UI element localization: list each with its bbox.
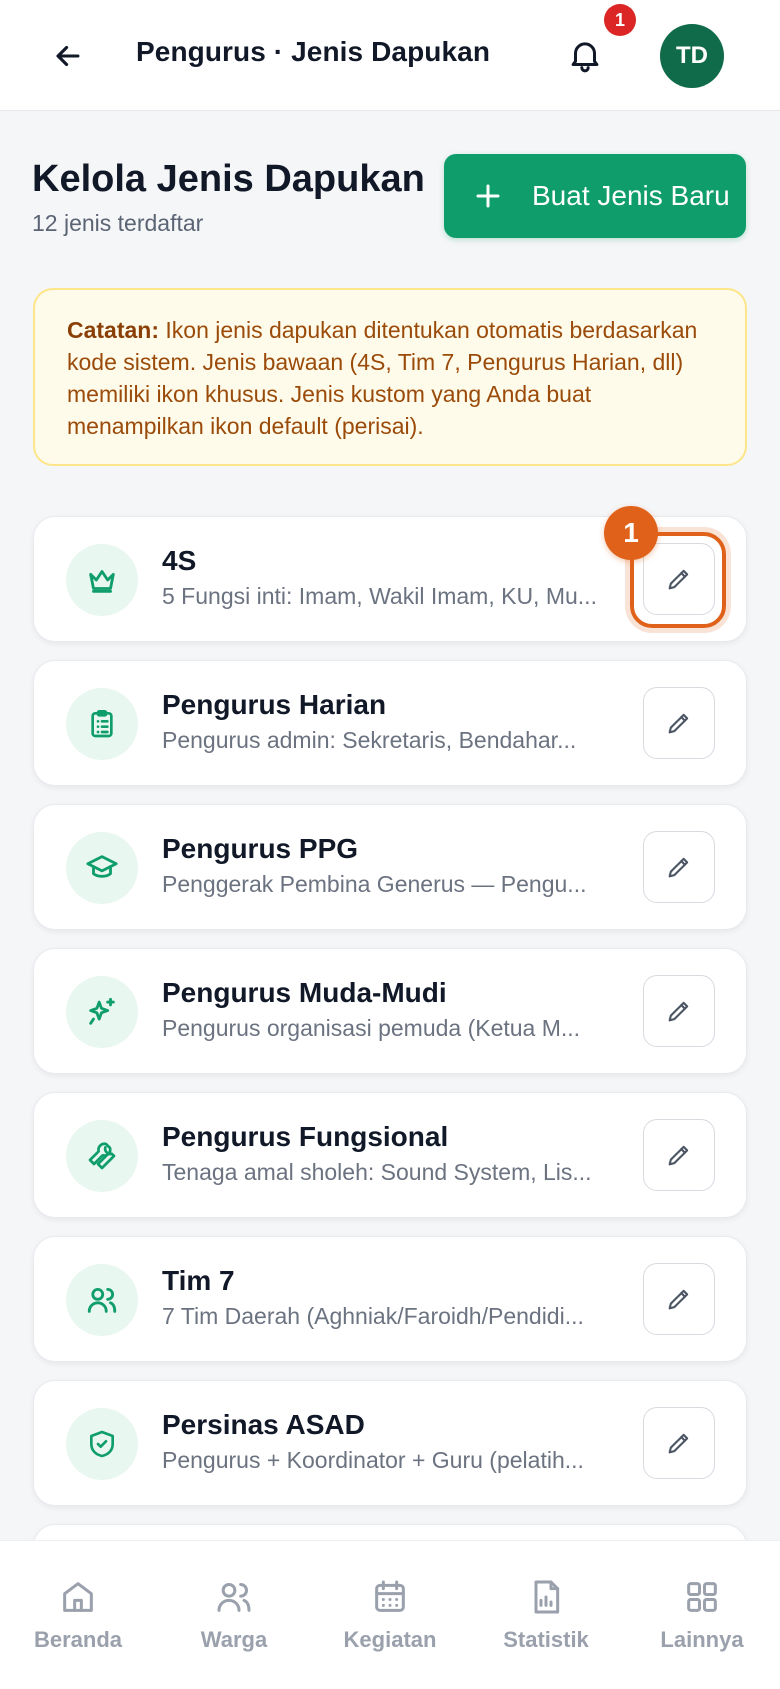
avatar[interactable]: TD xyxy=(660,24,724,88)
type-description: 7 Tim Daerah (Aghniak/Faroidh/Pendidi... xyxy=(162,1303,584,1329)
nav-warga[interactable]: Warga xyxy=(169,1573,299,1657)
arrow-left-icon xyxy=(51,39,85,73)
nav-label: Statistik xyxy=(503,1627,589,1652)
edit-button[interactable] xyxy=(643,1263,715,1335)
pencil-icon xyxy=(665,1141,693,1169)
edit-button[interactable] xyxy=(643,687,715,759)
edit-button[interactable] xyxy=(643,975,715,1047)
grid-icon xyxy=(678,1573,726,1621)
type-description: Penggerak Pembina Generus — Pengu... xyxy=(162,871,587,897)
type-card-pengurus-muda-mudi[interactable]: Pengurus Muda-Mudi Pengurus organisasi p… xyxy=(33,948,747,1074)
plus-icon xyxy=(470,178,506,214)
type-name: Pengurus PPG xyxy=(162,833,359,864)
type-name: Pengurus Harian xyxy=(162,689,387,720)
pencil-icon xyxy=(665,997,693,1025)
graduation-cap-icon xyxy=(66,832,138,904)
type-card-pengurus-harian[interactable]: Pengurus Harian Pengurus admin: Sekretar… xyxy=(33,660,747,786)
type-description: Pengurus + Koordinator + Guru (pelatih..… xyxy=(162,1447,584,1473)
nav-kegiatan[interactable]: Kegiatan xyxy=(325,1573,455,1657)
type-count: 12 jenis terdaftar xyxy=(32,210,204,236)
shield-icon xyxy=(66,1408,138,1480)
pencil-icon xyxy=(665,1429,693,1457)
edit-button[interactable] xyxy=(643,831,715,903)
tutorial-step-badge: 1 xyxy=(604,506,658,560)
note-label: Catatan: xyxy=(67,317,160,343)
type-description: Tenaga amal sholeh: Sound System, Lis... xyxy=(162,1159,592,1185)
report-chart-icon xyxy=(522,1573,570,1621)
nav-statistik[interactable]: Statistik xyxy=(481,1573,611,1657)
users-icon xyxy=(210,1573,258,1621)
type-card-pengurus-ppg[interactable]: Pengurus PPG Penggerak Pembina Generus —… xyxy=(33,804,747,930)
bell-icon xyxy=(566,36,604,74)
info-note: Catatan: Ikon jenis dapukan ditentukan o… xyxy=(33,288,747,466)
type-card-tim-7[interactable]: Tim 7 7 Tim Daerah (Aghniak/Faroidh/Pend… xyxy=(33,1236,747,1362)
page-title: Kelola Jenis Dapukan xyxy=(32,158,425,200)
users-icon xyxy=(66,1264,138,1336)
pencil-icon xyxy=(665,853,693,881)
clipboard-icon xyxy=(66,688,138,760)
type-name: Pengurus Fungsional xyxy=(162,1121,449,1152)
home-icon xyxy=(54,1573,102,1621)
type-name: Tim 7 xyxy=(162,1265,235,1296)
header-title: Pengurus · Jenis Dapukan xyxy=(136,36,491,67)
notifications-button[interactable] xyxy=(560,30,610,80)
bottom-navigation: Beranda Warga Kegiatan Statistik Lainnya xyxy=(0,1540,780,1689)
nav-label: Lainnya xyxy=(660,1627,744,1652)
nav-label: Kegiatan xyxy=(343,1627,437,1652)
crown-icon xyxy=(66,544,138,616)
create-type-button[interactable]: Buat Jenis Baru xyxy=(444,154,746,238)
type-name: Persinas ASAD xyxy=(162,1409,365,1440)
nav-beranda[interactable]: Beranda xyxy=(13,1573,143,1657)
nav-lainnya[interactable]: Lainnya xyxy=(637,1573,767,1657)
pencil-icon xyxy=(665,1285,693,1313)
type-card-persinas-asad[interactable]: Persinas ASAD Pengurus + Koordinator + G… xyxy=(33,1380,747,1506)
nav-label: Beranda xyxy=(33,1627,123,1652)
pencil-icon xyxy=(665,709,693,737)
edit-button[interactable] xyxy=(643,1407,715,1479)
wrench-icon xyxy=(66,1120,138,1192)
type-description: Pengurus organisasi pemuda (Ketua M... xyxy=(162,1015,581,1041)
calendar-icon xyxy=(366,1573,414,1621)
create-type-label: Buat Jenis Baru xyxy=(532,180,730,211)
nav-label: Warga xyxy=(200,1627,268,1652)
type-card-pengurus-fungsional[interactable]: Pengurus Fungsional Tenaga amal sholeh: … xyxy=(33,1092,747,1218)
notification-badge: 1 xyxy=(604,4,636,36)
note-text: Ikon jenis dapukan ditentukan otomatis b… xyxy=(67,317,698,439)
type-description: 5 Fungsi inti: Imam, Wakil Imam, KU, Mu.… xyxy=(162,583,597,609)
back-button[interactable] xyxy=(44,32,92,80)
type-name: 4S xyxy=(162,545,197,576)
sparkles-icon xyxy=(66,976,138,1048)
type-name: Pengurus Muda-Mudi xyxy=(162,977,447,1008)
type-description: Pengurus admin: Sekretaris, Bendahar... xyxy=(162,727,577,753)
edit-button[interactable] xyxy=(643,1119,715,1191)
app-header: Pengurus · Jenis Dapukan 1 TD xyxy=(0,0,780,111)
